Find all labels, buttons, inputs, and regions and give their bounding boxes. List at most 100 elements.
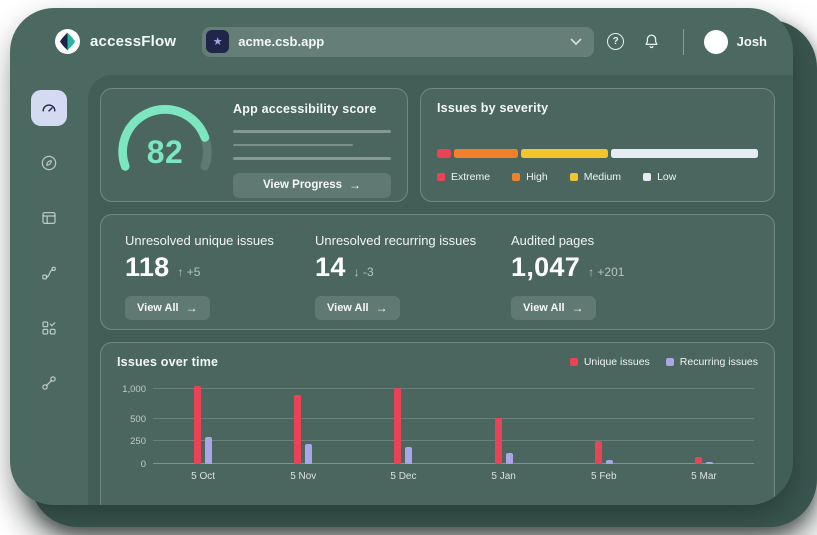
- severity-legend-item: High: [512, 171, 548, 183]
- chart-legend-item: Recurring issues: [666, 356, 758, 368]
- legend-label: Low: [657, 171, 676, 183]
- arrow-right-icon: →: [186, 301, 198, 315]
- sidebar: [10, 75, 88, 505]
- arrow-right-icon: →: [349, 178, 361, 192]
- x-axis-tick: 5 Feb: [554, 471, 654, 482]
- sidebar-item-integrations[interactable]: [31, 365, 67, 401]
- stat-value-row: 118 ↑ +5: [125, 252, 315, 283]
- top-bar: accessFlow ★ acme.csb.app ? Jo: [10, 8, 793, 75]
- stat-label: Audited pages: [511, 233, 750, 248]
- bar-recurring-issues: [706, 462, 713, 464]
- project-name: acme.csb.app: [238, 34, 561, 49]
- x-axis-labels: 5 Oct5 Nov5 Dec5 Jan5 Feb5 Mar: [153, 471, 754, 482]
- x-axis-tick: 5 Jan: [454, 471, 554, 482]
- bar-recurring-issues: [405, 447, 412, 464]
- bar-group-5-nov: [253, 376, 353, 464]
- chart-header: Issues over time Unique issues Recurring …: [117, 353, 758, 371]
- stat-block: Unresolved recurring issues 14 ↓ -3 View Al…: [315, 233, 511, 329]
- bar-unique-issues: [394, 388, 401, 464]
- sidebar-item-gauge[interactable]: [31, 90, 67, 126]
- stat-value: 1,047: [511, 252, 580, 283]
- stats-summary-card: Unresolved unique issues118↑ +5View All→…: [100, 214, 775, 330]
- y-axis-tick: 1,000: [112, 384, 146, 395]
- severity-card-title: Issues by severity: [437, 101, 758, 115]
- stat-label: Unresolved recurring issues: [315, 233, 511, 248]
- arrow-right-icon: →: [572, 301, 584, 315]
- brand: accessFlow: [54, 28, 176, 55]
- bar-group-5-dec: [353, 376, 453, 464]
- view-progress-button[interactable]: View Progress →: [233, 173, 391, 198]
- brand-name: accessFlow: [90, 33, 176, 50]
- bar-recurring-issues: [305, 444, 312, 464]
- sidebar-item-layout[interactable]: [31, 200, 67, 236]
- main-content: 82 App accessibility score View Progress…: [88, 75, 793, 505]
- sidebar-item-compass[interactable]: [31, 145, 67, 181]
- bar-recurring-issues: [506, 453, 513, 464]
- chevron-down-icon: [570, 38, 582, 46]
- legend-label: High: [526, 171, 548, 183]
- issues-over-time-card: Issues over time Unique issues Recurring …: [100, 342, 775, 505]
- x-axis-tick: 5 Mar: [654, 471, 754, 482]
- score-card-right: App accessibility score View Progress →: [233, 98, 391, 192]
- view-all-button[interactable]: View All →: [511, 296, 596, 320]
- bar-unique-issues: [695, 457, 702, 464]
- view-progress-label: View Progress: [263, 179, 342, 191]
- bar-unique-issues: [495, 418, 502, 464]
- legend-swatch-icon: [666, 358, 674, 366]
- view-all-label: View All: [523, 302, 565, 314]
- legend-label: Medium: [584, 171, 621, 183]
- legend-label: Unique issues: [584, 356, 650, 368]
- bar-group-5-jan: [454, 376, 554, 464]
- severity-legend: Extreme High Medium Low: [437, 171, 758, 183]
- x-axis-tick: 5 Dec: [353, 471, 453, 482]
- sidebar-item-flow[interactable]: [31, 255, 67, 291]
- score-card-title: App accessibility score: [233, 102, 391, 116]
- project-selector[interactable]: ★ acme.csb.app: [202, 27, 594, 57]
- stat-block: Audited pages 1,047 ↑ +201 View All →: [511, 233, 750, 329]
- accessflow-logo-icon: [54, 28, 81, 55]
- issues-by-severity-card: Issues by severity Extreme High Medium Low: [420, 88, 775, 202]
- stat-delta: ↑ +5: [177, 265, 200, 279]
- bell-icon: [642, 32, 661, 51]
- view-all-button[interactable]: View All →: [125, 296, 210, 320]
- bar-unique-issues: [595, 441, 602, 464]
- legend-swatch-icon: [437, 173, 445, 181]
- severity-legend-item: Extreme: [437, 171, 490, 183]
- stat-value: 118: [125, 252, 169, 283]
- compass-icon: [39, 153, 59, 173]
- help-icon: ?: [607, 33, 624, 50]
- score-gauge: 82: [113, 98, 217, 192]
- user-menu[interactable]: Josh: [704, 30, 767, 54]
- notifications-button[interactable]: [641, 31, 663, 53]
- skeleton-line: [233, 130, 391, 133]
- legend-label: Recurring issues: [680, 356, 758, 368]
- skeleton-line: [233, 157, 391, 160]
- legend-swatch-icon: [570, 173, 578, 181]
- view-all-label: View All: [137, 302, 179, 314]
- severity-legend-item: Medium: [570, 171, 621, 183]
- skeleton-line: [233, 144, 353, 147]
- top-actions: ? Josh: [605, 29, 767, 55]
- bar-unique-issues: [294, 395, 301, 464]
- bar-group-5-feb: [554, 376, 654, 464]
- help-button[interactable]: ?: [605, 31, 627, 53]
- chart-title: Issues over time: [117, 355, 218, 369]
- legend-label: Extreme: [451, 171, 490, 183]
- severity-segment-extreme: [437, 149, 451, 158]
- stat-value: 14: [315, 252, 346, 283]
- bar-chart-plot: 02505001,000: [153, 376, 754, 464]
- severity-segment-medium: [521, 149, 608, 158]
- bar-group-5-mar: [654, 376, 754, 464]
- view-all-button[interactable]: View All →: [315, 296, 400, 320]
- chart-legend: Unique issues Recurring issues: [570, 356, 758, 368]
- stat-delta: ↓ -3: [354, 265, 374, 279]
- app-window: accessFlow ★ acme.csb.app ? Jo: [10, 8, 793, 505]
- layout-icon: [39, 208, 59, 228]
- arrow-right-icon: →: [376, 301, 388, 315]
- severity-segment-high: [454, 149, 518, 158]
- bar-group-5-oct: [153, 376, 253, 464]
- view-all-label: View All: [327, 302, 369, 314]
- stat-delta: ↑ +201: [588, 265, 624, 279]
- star-icon: ★: [206, 30, 229, 53]
- sidebar-item-tasks[interactable]: [31, 310, 67, 346]
